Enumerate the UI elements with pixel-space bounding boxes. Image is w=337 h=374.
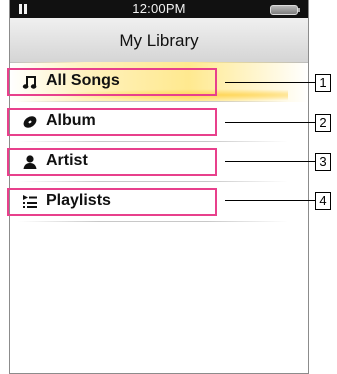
callout-number-3: 3 bbox=[315, 153, 331, 171]
highlight-box-4 bbox=[7, 188, 217, 216]
callout-line-3 bbox=[225, 161, 315, 162]
page-title: My Library bbox=[119, 31, 199, 50]
battery-icon bbox=[270, 5, 300, 15]
highlight-box-3 bbox=[7, 148, 217, 176]
highlight-box-2 bbox=[7, 108, 217, 136]
row-divider bbox=[18, 221, 288, 222]
callout-number-2: 2 bbox=[315, 114, 331, 132]
callout-line-1 bbox=[225, 82, 315, 83]
callout-number-1: 1 bbox=[315, 74, 331, 92]
callout-line-4 bbox=[225, 200, 315, 201]
highlight-box-1 bbox=[7, 68, 217, 96]
status-bar: 12:00PM bbox=[10, 0, 308, 18]
callout-number-4: 4 bbox=[315, 192, 331, 210]
clock: 12:00PM bbox=[132, 1, 186, 16]
device-screen: 12:00PM My Library All Songs Album Artis… bbox=[9, 0, 309, 374]
callout-line-2 bbox=[225, 122, 315, 123]
title-bar: My Library bbox=[10, 18, 308, 63]
